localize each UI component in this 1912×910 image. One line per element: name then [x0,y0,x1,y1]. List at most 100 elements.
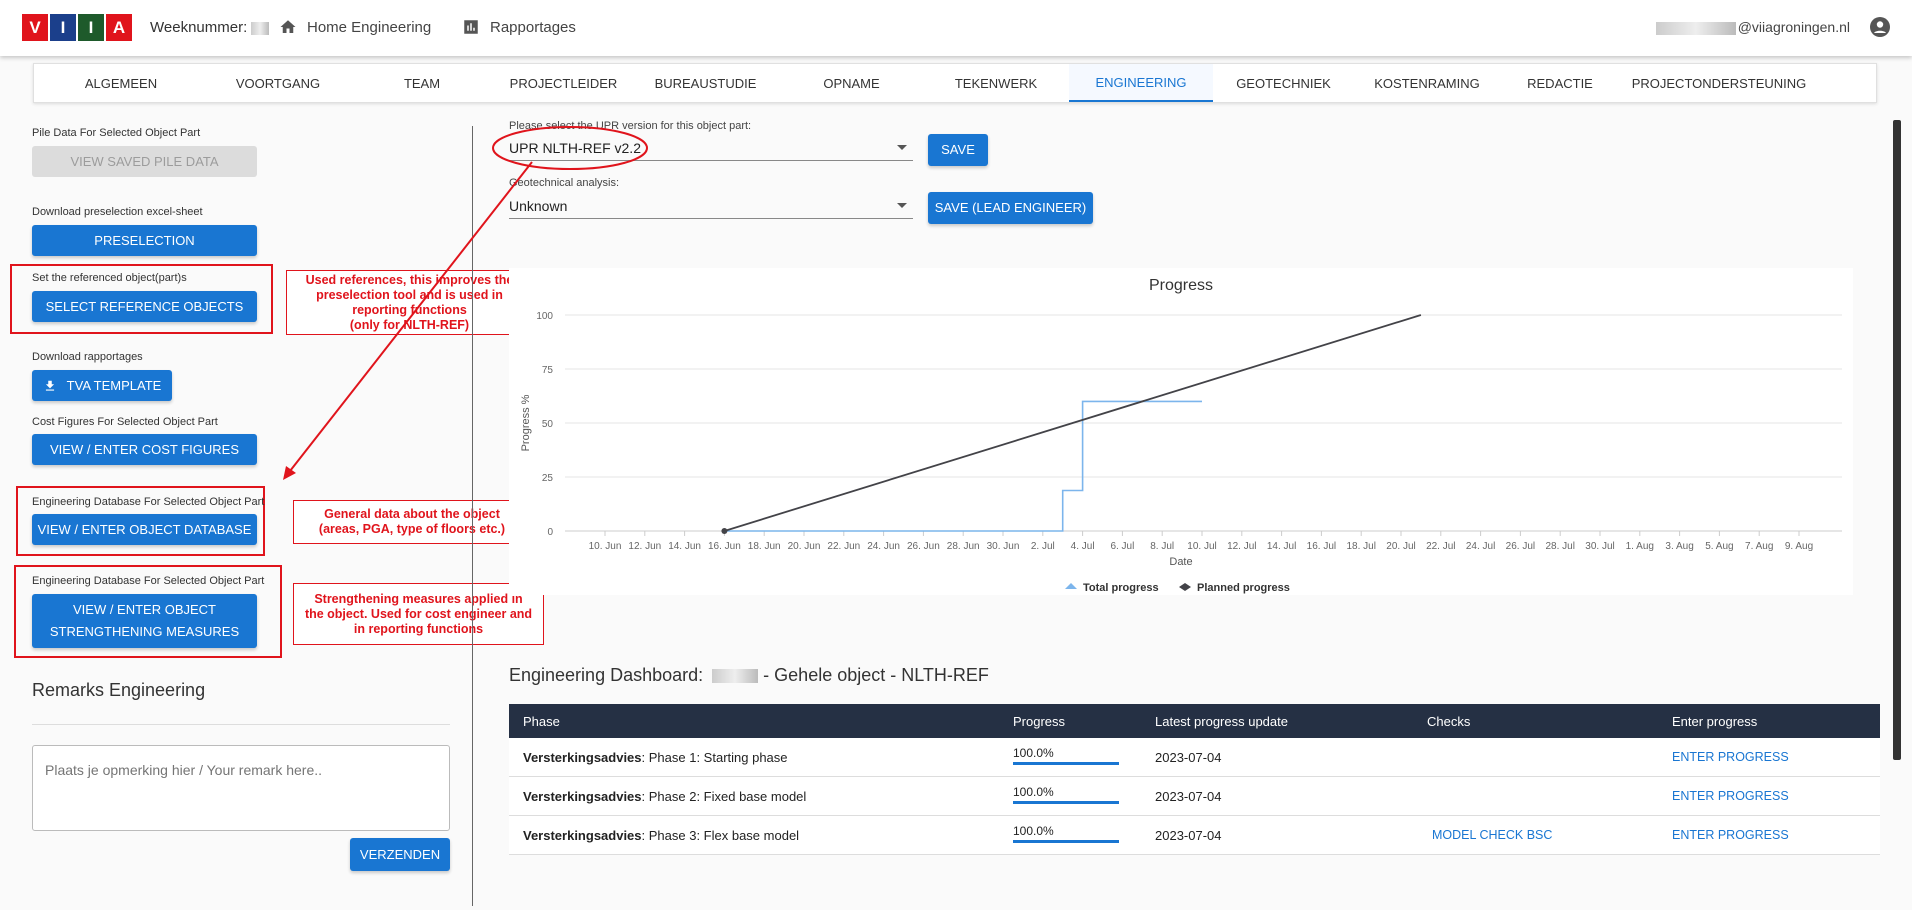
tab-redactie[interactable]: REDACTIE [1500,64,1620,102]
phase-name: Versterkingsadvies [523,749,642,765]
nav-home-engineering[interactable]: Home Engineering [279,18,431,36]
tab-projectleider[interactable]: PROJECTLEIDER [496,64,631,102]
legend-symbol-total-progress [1065,583,1077,589]
engineering-dashboard-title: Engineering Dashboard: - Gehele object -… [509,665,989,686]
x-tick-label: 22. Jul [1426,541,1455,552]
legend-label: Planned progress [1197,582,1290,594]
x-tick-label: 18. Jul [1346,541,1375,552]
phase-cell: Versterkingsadvies: Phase 1: Starting ph… [523,738,788,776]
x-tick-label: 20. Jul [1386,541,1415,552]
phase-name: Versterkingsadvies [523,827,642,843]
tab-voortgang[interactable]: VOORTGANG [208,64,348,102]
view-saved-pile-data-button[interactable]: VIEW SAVED PILE DATA [32,146,257,177]
y-axis-label: Progress % [520,394,532,451]
tab-team[interactable]: TEAM [348,64,496,102]
progress-indicator: 100.0% [1013,746,1119,765]
nav-rapportages[interactable]: Rapportages [462,18,576,36]
redacted-week-value [251,21,270,35]
tva-template-button[interactable]: TVA TEMPLATE [32,370,172,401]
upr-version-value: UPR NLTH-REF v2.2 [509,139,641,156]
y-tick-label: 75 [542,365,554,376]
view-enter-object-database-button[interactable]: VIEW / ENTER OBJECT DATABASE [32,514,257,545]
redacted-username [1655,21,1736,35]
tab-bureaustudie[interactable]: BUREAUSTUDIE [631,64,780,102]
viia-logo[interactable]: V I I A [22,14,134,41]
x-tick-label: 18. Jun [748,541,781,552]
geotechnical-analysis-value: Unknown [509,197,568,214]
preselection-button[interactable]: PRESELECTION [32,225,257,256]
remarks-divider [32,724,450,725]
engineering-database-label: Engineering Database For Selected Object… [32,496,265,508]
x-tick-label: 10. Jun [589,541,622,552]
nav-rapportages-label: Rapportages [490,18,576,36]
series-line-total-progress [724,400,1202,532]
callout-references-line-4: (only for NLTH-REF) [349,317,470,332]
nav-home-label: Home Engineering [307,18,432,36]
rapportages-label: Download rapportages [32,351,143,363]
x-tick-label: 30. Jul [1585,541,1614,552]
save-lead-engineer-button[interactable]: SAVE (LEAD ENGINEER) [928,192,1093,224]
chart-title: Progress [1149,277,1213,294]
tab-engineering[interactable]: ENGINEERING [1069,64,1213,102]
remarks-title: Remarks Engineering [32,680,206,700]
table-row: Versterkingsadvies: Phase 1: Starting ph… [509,738,1880,777]
redacted-object-name [712,669,759,684]
remarks-input[interactable] [32,745,450,831]
progress-bar [1013,801,1119,804]
tab-opname[interactable]: OPNAME [780,64,923,102]
legend-label: Total progress [1083,582,1159,594]
save-upr-button[interactable]: SAVE [928,134,988,166]
select-reference-objects-button[interactable]: SELECT REFERENCE OBJECTS [32,291,257,322]
y-tick-label: 0 [547,527,553,538]
bar-chart-icon [464,20,478,34]
x-tick-label: 28. Jun [947,541,980,552]
model-check-bsc-link[interactable]: MODEL CHECK BSC [1432,816,1552,854]
x-tick-label: 22. Jun [827,541,860,552]
phase-cell: Versterkingsadvies: Phase 3: Flex base m… [523,816,799,854]
measures-button-line-2: STRENGTHENING MEASURES [49,624,240,639]
column-header-checks: Checks [1427,713,1471,729]
progress-text: 100.0% [1013,824,1054,838]
tab-geotechniek[interactable]: GEOTECHNIEK [1213,64,1354,102]
table-row: Versterkingsadvies: Phase 2: Fixed base … [509,777,1880,816]
progress-text: 100.0% [1013,785,1054,799]
enter-progress-link[interactable]: ENTER PROGRESS [1672,738,1789,776]
progress-chart-container: Progress 0 25 50 75 100 10. Jun 12. Jun 14. Jun 1… [509,268,1853,595]
callout-general-line-2: (areas, PGA, type of floors etc.) [318,522,506,536]
upr-version-select[interactable]: UPR NLTH-REF v2.2 [509,135,913,161]
view-enter-cost-figures-button[interactable]: VIEW / ENTER COST FIGURES [32,434,257,465]
annotation-arrowhead [283,466,296,480]
x-tick-label: 24. Jun [867,541,900,552]
tab-projectondersteuning[interactable]: PROJECTONDERSTEUNING [1620,64,1818,102]
phase-detail: : Phase 1: Starting phase [641,749,788,765]
enter-progress-link[interactable]: ENTER PROGRESS [1672,777,1789,815]
x-tick-label: 4. Jul [1071,541,1095,552]
tab-kostenraming[interactable]: KOSTENRAMING [1354,64,1500,102]
table-row: Versterkingsadvies: Phase 3: Flex base m… [509,816,1880,855]
user-email[interactable]: @viiagroningen.nl [1652,19,1850,35]
view-enter-strengthening-measures-button[interactable]: VIEW / ENTER OBJECT STRENGTHENING MEASUR… [32,594,257,648]
cost-figures-label: Cost Figures For Selected Object Part [32,416,218,428]
engineering-dashboard-table: Phase Progress Latest progress update Ch… [509,704,1880,855]
x-tick-label: 24. Jul [1466,541,1495,552]
account-circle-icon[interactable] [1870,17,1890,37]
callout-references: Used references, this improves the prese… [286,270,533,335]
logo-letter-i: I [78,14,106,41]
geotechnical-analysis-select[interactable]: Unknown [509,193,913,219]
column-header-phase: Phase [523,713,560,729]
x-tick-label: 3. Aug [1665,541,1693,552]
logo-letter-i: I [50,14,78,41]
verzenden-button[interactable]: VERZENDEN [350,838,450,871]
geotechnical-analysis-label: Geotechnical analysis: [509,177,620,189]
engineering-database-label-2: Engineering Database For Selected Object… [32,575,265,587]
latest-update-date: 2023-07-04 [1155,827,1222,843]
progress-indicator: 100.0% [1013,824,1119,843]
x-tick-label: 5. Aug [1705,541,1733,552]
table-header: Phase Progress Latest progress update Ch… [509,704,1880,738]
page-scrollbar[interactable] [1893,120,1901,760]
x-tick-label: 14. Jul [1267,541,1296,552]
tab-algemeen[interactable]: ALGEMEEN [34,64,208,102]
enter-progress-link[interactable]: ENTER PROGRESS [1672,816,1789,854]
tab-tekenwerk[interactable]: TEKENWERK [923,64,1069,102]
callout-strengthening-line-1: Strengthening measures applied in [314,591,523,606]
